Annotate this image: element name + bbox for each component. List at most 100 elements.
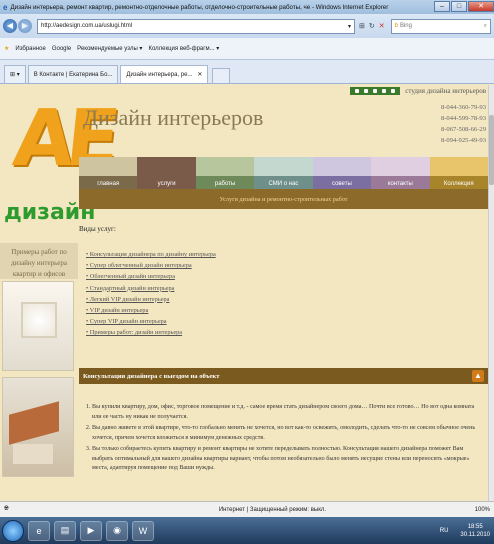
services-heading: Виды услуг: xyxy=(79,225,116,233)
page-subtitle: Услуги дизайна и ремонтно-строительных р… xyxy=(79,189,488,209)
taskbar: e ▤ ▶ ◉ W RU 18:55 30.11.2010 xyxy=(0,517,494,544)
bookmark-icon[interactable] xyxy=(391,89,396,93)
main-nav: главная услуги работы СМИ о нас советы контак… xyxy=(79,157,488,189)
system-tray: RU 18:55 30.11.2010 xyxy=(440,523,494,539)
nav-label: работы xyxy=(214,181,236,187)
maximize-button[interactable]: □ xyxy=(451,1,467,12)
phone-number: 8-044-360-79-93 xyxy=(440,104,486,111)
ie-logo-icon: e xyxy=(3,2,8,12)
close-tab-icon[interactable]: ✕ xyxy=(197,71,202,78)
nav-label: советы xyxy=(332,181,352,187)
nav-label: услуги xyxy=(157,181,176,187)
zoom-level[interactable]: 100% xyxy=(475,507,490,513)
favorites-button[interactable]: Избранное xyxy=(15,46,45,52)
taskbar-firefox-icon[interactable]: ◉ xyxy=(106,520,128,541)
page-scrollbar[interactable] xyxy=(488,85,494,501)
scroll-top-icon[interactable]: ▲ xyxy=(472,370,484,382)
bookmark-icon[interactable] xyxy=(363,89,368,93)
service-link[interactable]: Стандартный дизайн интерьера xyxy=(86,283,466,294)
clock-time: 18:55 xyxy=(467,523,483,530)
kitchen-cabinet xyxy=(9,401,59,445)
start-button[interactable] xyxy=(2,519,24,542)
phone-list: 8-044-360-79-93 8-044-599-78-93 8-067-50… xyxy=(420,102,486,146)
service-link[interactable]: Легкий VIP дизайн интерьера xyxy=(86,294,466,305)
service-link[interactable]: Облегченный дизайн интерьера xyxy=(86,271,466,282)
site-logo[interactable]: AE дизайн xyxy=(2,92,116,240)
search-icon[interactable]: ⌕ xyxy=(484,23,487,30)
favorites-item-google[interactable]: Google xyxy=(52,46,71,52)
security-zone: Интернет | Защищенный режим: выкл. xyxy=(218,506,327,513)
nav-item[interactable]: главная xyxy=(79,157,138,189)
close-button[interactable]: ✕ xyxy=(468,1,494,12)
consult-heading-bar: Консультация дизайнера с выездом на объе… xyxy=(79,368,488,384)
favorites-bar: ★ Избранное Google Рекомендуемые узлы ▾ … xyxy=(0,38,494,60)
dropdown-icon[interactable]: ▾ xyxy=(348,23,351,30)
web-page: AE дизайн Дизайн интерьеров студия дизай… xyxy=(0,85,488,501)
phone-number: 8-067-508-66-29 xyxy=(440,126,486,133)
favorites-item-suggested[interactable]: Рекомендуемые узлы ▾ xyxy=(77,45,142,52)
nav-label: главная xyxy=(97,181,120,187)
window-title: Дизайн интерьера, ремонт квартир, ремонт… xyxy=(10,3,389,11)
bing-icon: b xyxy=(394,23,398,29)
favorites-star-icon[interactable]: ★ xyxy=(4,45,9,52)
nav-item[interactable]: услуги xyxy=(137,157,196,189)
taskbar-word-icon[interactable]: W xyxy=(132,520,154,541)
sidebar-heading: Примеры работ по дизайну интерьера кварт… xyxy=(0,243,78,279)
nav-item[interactable]: СМИ о нас xyxy=(254,157,313,189)
new-tab-button[interactable] xyxy=(212,68,231,83)
service-link[interactable]: Консультация дизайнера по дизайну интерь… xyxy=(86,249,466,260)
tab-vkontakte[interactable]: В Контакте | Екатерина Бо... xyxy=(27,65,119,83)
ceiling-detail xyxy=(21,302,57,338)
taskbar-folder-icon[interactable]: ▤ xyxy=(54,520,76,541)
window-titlebar: e Дизайн интерьера, ремонт квартир, ремо… xyxy=(0,0,494,14)
tab-bar: ⊞ ▾ В Контакте | Екатерина Бо... Дизайн … xyxy=(0,60,494,84)
url-text[interactable]: http://aedesign.com.ua/uslugi.html xyxy=(41,23,348,29)
consult-list: Вы купили квартиру, дом, офис, торговое … xyxy=(92,403,484,476)
compatibility-icon[interactable]: ⊞ xyxy=(359,22,365,30)
consult-item: Вы давно живете в этой квартире, что-то … xyxy=(92,424,484,443)
nav-item[interactable]: советы xyxy=(312,157,372,189)
example-photo-kitchen[interactable] xyxy=(2,377,74,477)
scroll-thumb[interactable] xyxy=(489,115,494,185)
forward-button[interactable]: ▶ xyxy=(18,19,32,33)
nav-label: Коллекция xyxy=(443,181,474,187)
quick-tabs-button[interactable]: ⊞ ▾ xyxy=(4,65,26,83)
address-field[interactable]: http://aedesign.com.ua/uslugi.html ▾ xyxy=(37,18,355,34)
taskbar-ie-icon[interactable]: e xyxy=(28,520,50,541)
address-toolbar: ◀ ▶ http://aedesign.com.ua/uslugi.html ▾… xyxy=(0,14,494,38)
nav-label: контакты xyxy=(387,181,413,187)
clock[interactable]: 18:55 30.11.2010 xyxy=(460,523,490,539)
globe-icon: 🌐︎ xyxy=(4,506,9,512)
bookmark-icon[interactable] xyxy=(372,89,377,93)
phone-number: 8-094-925-49-93 xyxy=(440,137,486,144)
nav-item[interactable]: работы xyxy=(195,157,255,189)
bookmark-icon[interactable] xyxy=(354,89,359,93)
bookmark-icon[interactable] xyxy=(382,89,387,93)
nav-label: СМИ о нас xyxy=(268,181,299,187)
refresh-icon[interactable]: ↻ xyxy=(369,22,375,30)
stop-icon[interactable]: ✕ xyxy=(379,22,385,30)
clock-date: 30.11.2010 xyxy=(460,531,490,538)
nav-item[interactable]: контакты xyxy=(371,157,430,189)
services-list: Консультация дизайнера по дизайну интерь… xyxy=(86,249,466,339)
site-title: Дизайн интерьеров xyxy=(83,105,264,130)
service-link[interactable]: Примеры работ: дизайн интерьера xyxy=(86,327,466,338)
tab-active[interactable]: Дизайн интерьера, ре... ✕ xyxy=(120,65,209,83)
service-link[interactable]: Супер облегченный дизайн интерьера xyxy=(86,260,466,271)
search-field[interactable]: b Bing ⌕ xyxy=(390,18,491,34)
minimize-button[interactable]: – xyxy=(434,1,450,12)
example-photo-ceiling[interactable] xyxy=(2,281,74,371)
social-bookmarks[interactable] xyxy=(350,87,400,95)
nav-item[interactable]: Коллекция xyxy=(429,157,488,189)
subtitle-text: Услуги дизайна и ремонтно-строительных р… xyxy=(219,195,348,203)
consult-item: Вы купили квартиру, дом, офис, торговое … xyxy=(92,403,484,422)
studio-tagline: студия дизайна интерьеров xyxy=(405,87,486,95)
back-button[interactable]: ◀ xyxy=(3,19,17,33)
taskbar-media-icon[interactable]: ▶ xyxy=(80,520,102,541)
language-indicator[interactable]: RU xyxy=(440,528,449,534)
service-link[interactable]: VIP дизайн интерьера xyxy=(86,305,466,316)
favorites-item-webslices[interactable]: Коллекция веб-фрагм... ▾ xyxy=(148,45,219,52)
service-link[interactable]: Супер VIP дизайн интерьера xyxy=(86,316,466,327)
phone-number: 8-044-599-78-93 xyxy=(440,115,486,122)
tab-label: В Контакте | Екатерина Бо... xyxy=(33,71,113,78)
